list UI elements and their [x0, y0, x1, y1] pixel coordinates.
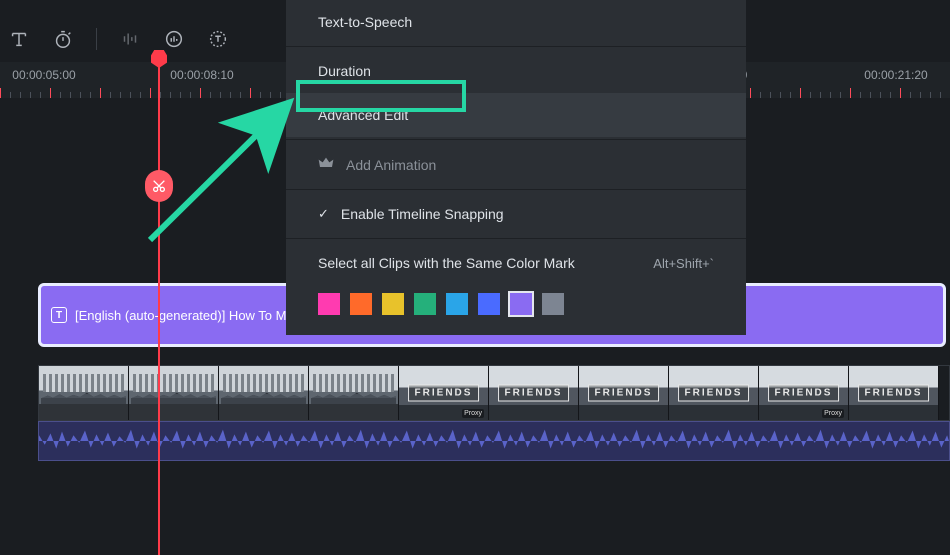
video-thumbnail: FRIENDS	[489, 366, 579, 420]
stopwatch-icon[interactable]	[52, 28, 74, 50]
color-swatch[interactable]	[510, 293, 532, 315]
menu-item-label: Add Animation	[346, 157, 436, 173]
audio-bars-icon[interactable]	[119, 28, 141, 50]
color-swatch-row	[286, 285, 746, 325]
video-clip[interactable]: FRIENDSProxyFRIENDSFRIENDSFRIENDSFRIENDS…	[38, 365, 950, 421]
video-thumbnail: FRIENDS	[669, 366, 759, 420]
menu-item-advanced-edit[interactable]: Advanced Edit	[286, 93, 746, 137]
video-thumbnail	[39, 366, 129, 420]
video-thumbnail: FRIENDS	[579, 366, 669, 420]
thumbnail-title: FRIENDS	[858, 385, 930, 402]
menu-separator	[286, 189, 746, 190]
text-effect-icon[interactable]	[207, 28, 229, 50]
context-menu: Text-to-Speech Duration Advanced Edit Ad…	[286, 0, 746, 335]
video-thumbnail: FRIENDS Proxy	[399, 366, 489, 420]
thumbnail-title: FRIENDS	[678, 385, 750, 402]
subtitle-type-icon: T	[51, 307, 67, 323]
color-swatch[interactable]	[446, 293, 468, 315]
menu-item-tts[interactable]: Text-to-Speech	[286, 0, 746, 44]
video-thumbnail	[129, 366, 219, 420]
thumbnail-title: FRIENDS	[768, 385, 840, 402]
color-swatch[interactable]	[382, 293, 404, 315]
menu-separator	[286, 238, 746, 239]
video-thumbnail: FRIENDS Proxy	[759, 366, 849, 420]
video-thumbnail: FRIENDS	[849, 366, 939, 420]
audio-clip[interactable]	[38, 421, 950, 461]
toolbar-separator	[96, 28, 97, 50]
menu-item-label: Text-to-Speech	[318, 14, 412, 30]
color-swatch[interactable]	[318, 293, 340, 315]
color-swatch[interactable]	[414, 293, 436, 315]
video-thumbnail	[309, 366, 399, 420]
video-thumbnail	[219, 366, 309, 420]
menu-item-add-animation[interactable]: Add Animation	[286, 142, 746, 187]
text-tool-icon[interactable]	[8, 28, 30, 50]
menu-item-snapping[interactable]: ✓ Enable Timeline Snapping	[286, 192, 746, 236]
loop-icon[interactable]	[163, 28, 185, 50]
ruler-timestamp: 00:00:05:00	[12, 68, 75, 82]
menu-item-select-same-color[interactable]: Select all Clips with the Same Color Mar…	[286, 241, 746, 285]
menu-item-label: Duration	[318, 63, 371, 79]
split-tool-icon[interactable]	[145, 170, 173, 202]
color-swatch[interactable]	[478, 293, 500, 315]
menu-separator	[286, 139, 746, 140]
menu-shortcut: Alt+Shift+`	[653, 256, 714, 271]
menu-item-duration[interactable]: Duration	[286, 49, 746, 93]
playhead[interactable]	[158, 62, 160, 555]
proxy-badge: Proxy	[462, 409, 484, 418]
timeline-toolbar	[8, 28, 229, 50]
menu-item-label: Advanced Edit	[318, 107, 408, 123]
menu-item-label: Select all Clips with the Same Color Mar…	[318, 255, 575, 271]
thumbnail-title: FRIENDS	[498, 385, 570, 402]
check-icon: ✓	[318, 206, 329, 222]
proxy-badge: Proxy	[822, 409, 844, 418]
ruler-timestamp: 00:00:21:20	[864, 68, 927, 82]
color-swatch[interactable]	[542, 293, 564, 315]
thumbnail-title: FRIENDS	[408, 385, 480, 402]
ruler-timestamp: 00:00:08:10	[170, 68, 233, 82]
crown-icon	[318, 156, 334, 173]
menu-item-label: Enable Timeline Snapping	[341, 206, 504, 222]
thumbnail-title: FRIENDS	[588, 385, 660, 402]
menu-separator	[286, 46, 746, 47]
color-swatch[interactable]	[350, 293, 372, 315]
